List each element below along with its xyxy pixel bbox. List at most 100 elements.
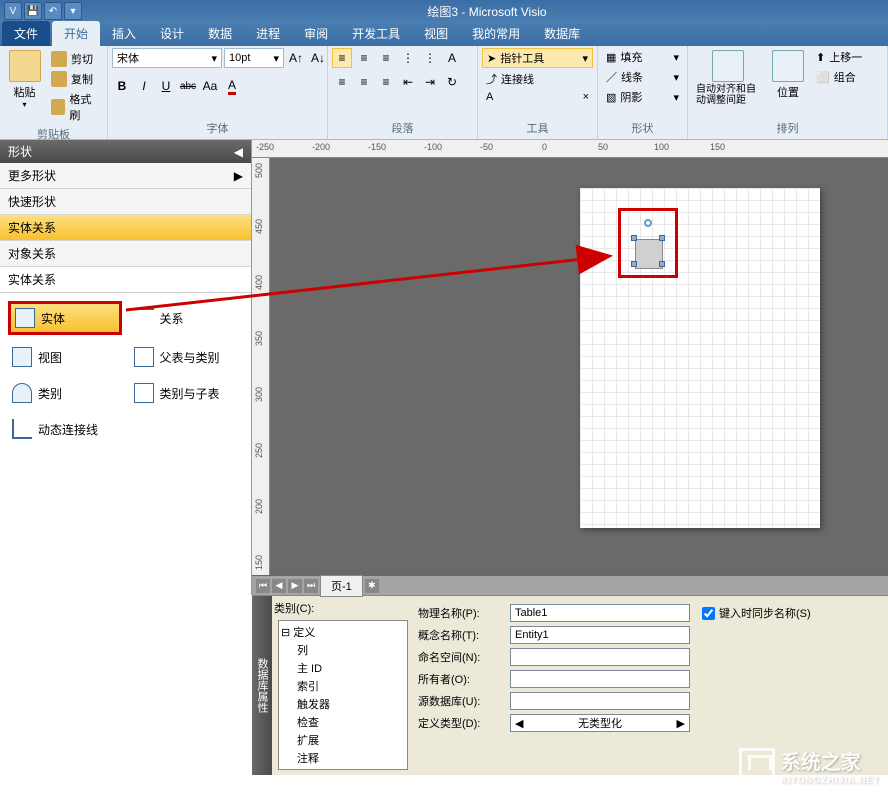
shrink-font-button[interactable]: A↓: [308, 48, 328, 68]
owner-label: 所有者(O):: [418, 671, 506, 687]
italic-button[interactable]: I: [134, 76, 154, 96]
tree-item-index[interactable]: 索引: [281, 677, 405, 695]
new-page-button[interactable]: ✱: [365, 579, 379, 593]
shape-entity[interactable]: 实体: [8, 301, 122, 335]
tree-item-primary-id[interactable]: 主 ID: [281, 659, 405, 677]
resize-handle[interactable]: [659, 261, 665, 267]
tab-home[interactable]: 开始: [52, 21, 100, 46]
deftype-combo[interactable]: ◀无类型化▶: [510, 714, 690, 732]
app-icon[interactable]: V: [4, 2, 22, 20]
align-top-center-button[interactable]: ≡: [354, 48, 374, 68]
tab-review[interactable]: 审阅: [292, 21, 340, 46]
shape-dynamic-connector[interactable]: 动态连接线: [8, 415, 122, 443]
painter-button[interactable]: 格式刷: [47, 90, 103, 124]
copy-button[interactable]: 复制: [47, 70, 103, 88]
shape-relation[interactable]: 关系: [130, 301, 244, 335]
tab-db[interactable]: 数据库: [532, 21, 592, 46]
clear-format-button[interactable]: A: [442, 48, 462, 68]
tree-item-extended[interactable]: 扩展: [281, 731, 405, 749]
shadow-button[interactable]: ▧阴影▾: [602, 88, 683, 106]
decrease-indent-button[interactable]: ⇤: [398, 72, 418, 92]
align-right-button[interactable]: ≡: [376, 72, 396, 92]
autofit-button[interactable]: 自动对齐和自动调整间距: [692, 48, 764, 108]
paste-button[interactable]: 粘贴 ▾: [4, 48, 45, 111]
underline-button[interactable]: U: [156, 76, 176, 96]
text-tool-button[interactable]: A×: [482, 90, 593, 104]
conceptual-name-input[interactable]: [510, 626, 690, 644]
shape-category[interactable]: 类别: [8, 379, 122, 407]
tree-item-column[interactable]: 列: [281, 641, 405, 659]
namespace-input[interactable]: [510, 648, 690, 666]
er-stencil-item[interactable]: 实体关系: [0, 215, 251, 241]
tab-design[interactable]: 设计: [148, 21, 196, 46]
resize-handle[interactable]: [631, 235, 637, 241]
namespace-label: 命名空间(N):: [418, 649, 506, 665]
physical-name-input[interactable]: [510, 604, 690, 622]
align-center-button[interactable]: ≡: [354, 72, 374, 92]
tree-root[interactable]: ⊟ 定义: [281, 623, 405, 641]
tab-data[interactable]: 数据: [196, 21, 244, 46]
entity-shape-on-page[interactable]: [618, 208, 678, 278]
align-left-button[interactable]: ≡: [332, 72, 352, 92]
first-page-button[interactable]: ⏮: [256, 579, 270, 593]
resize-handle[interactable]: [659, 235, 665, 241]
align-top-right-button[interactable]: ≡: [376, 48, 396, 68]
collapse-icon[interactable]: ◀: [234, 145, 243, 159]
last-page-button[interactable]: ⏭: [304, 579, 318, 593]
bold-button[interactable]: B: [112, 76, 132, 96]
moveup-button[interactable]: ⬆上移一: [812, 48, 866, 66]
qat-dropdown-icon[interactable]: ▾: [64, 2, 82, 20]
bullets-button[interactable]: ⋮: [398, 48, 418, 68]
strike-button[interactable]: abc: [178, 76, 198, 96]
categories-tree[interactable]: ⊟ 定义 列 主 ID 索引 触发器 检查 扩展 注释: [278, 620, 408, 770]
next-page-button[interactable]: ▶: [288, 579, 302, 593]
sourcedb-input[interactable]: [510, 692, 690, 710]
quick-shapes-item[interactable]: 快速形状: [0, 189, 251, 215]
save-icon[interactable]: 💾: [24, 2, 42, 20]
db-properties-tab[interactable]: 数据库属性: [252, 596, 272, 775]
canvas-viewport[interactable]: [270, 158, 888, 575]
resize-handle[interactable]: [631, 261, 637, 267]
rotation-handle[interactable]: [644, 219, 652, 227]
position-button[interactable]: 位置: [766, 48, 810, 102]
page-tab-1[interactable]: 页-1: [320, 575, 363, 597]
shape-group-label: 形状: [602, 118, 683, 139]
change-case-button[interactable]: Aa: [200, 76, 220, 96]
fill-button[interactable]: ▦填充▾: [602, 48, 683, 66]
shape-category-child[interactable]: 类别与子表: [130, 379, 244, 407]
tree-item-trigger[interactable]: 触发器: [281, 695, 405, 713]
tab-file[interactable]: 文件: [2, 21, 50, 46]
rotate-text-button[interactable]: ↻: [442, 72, 462, 92]
ribbon-tabs: 文件 开始 插入 设计 数据 进程 审阅 开发工具 视图 我的常用 数据库: [0, 22, 888, 46]
obj-stencil-item[interactable]: 对象关系: [0, 241, 251, 267]
more-shapes-item[interactable]: 更多形状▶: [0, 163, 251, 189]
line-button[interactable]: ／线条▾: [602, 68, 683, 86]
drawing-page[interactable]: [580, 188, 820, 528]
tab-process[interactable]: 进程: [244, 21, 292, 46]
tab-view[interactable]: 视图: [412, 21, 460, 46]
tab-insert[interactable]: 插入: [100, 21, 148, 46]
physical-name-label: 物理名称(P):: [418, 605, 506, 621]
shape-parent-category[interactable]: 父表与类别: [130, 343, 244, 371]
cut-button[interactable]: 剪切: [47, 50, 103, 68]
window-title: 绘图3 - Microsoft Visio: [86, 3, 888, 20]
numbering-button[interactable]: ⋮: [420, 48, 440, 68]
grow-font-button[interactable]: A↑: [286, 48, 306, 68]
tab-myfreq[interactable]: 我的常用: [460, 21, 532, 46]
tree-item-check[interactable]: 检查: [281, 713, 405, 731]
shape-view[interactable]: 视图: [8, 343, 122, 371]
sync-names-checkbox[interactable]: 键入时同步名称(S): [702, 605, 811, 621]
tab-dev[interactable]: 开发工具: [340, 21, 412, 46]
pointer-tool-button[interactable]: ➤指针工具▾: [482, 48, 593, 68]
font-color-button[interactable]: A: [222, 76, 242, 96]
font-name-combo[interactable]: 宋体▾: [112, 48, 222, 68]
font-size-combo[interactable]: 10pt▾: [224, 48, 284, 68]
tree-item-notes[interactable]: 注释: [281, 749, 405, 767]
align-top-left-button[interactable]: ≡: [332, 48, 352, 68]
undo-icon[interactable]: ↶: [44, 2, 62, 20]
owner-input[interactable]: [510, 670, 690, 688]
connector-tool-button[interactable]: ⤴连接线: [482, 70, 593, 88]
prev-page-button[interactable]: ◀: [272, 579, 286, 593]
increase-indent-button[interactable]: ⇥: [420, 72, 440, 92]
combine-button[interactable]: ⬜组合: [812, 68, 866, 86]
